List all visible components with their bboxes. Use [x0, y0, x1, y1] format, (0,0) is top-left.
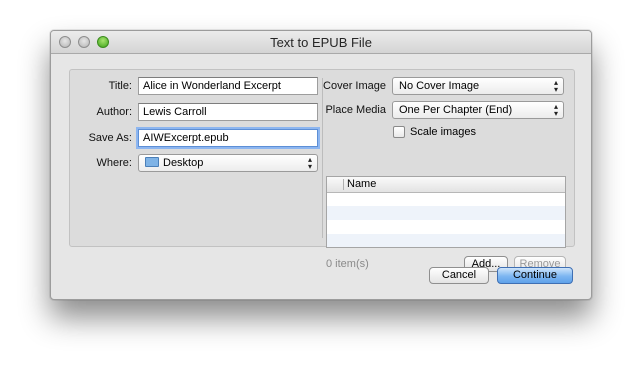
where-label: Where: — [96, 157, 132, 169]
panel-divider — [322, 78, 323, 238]
up-down-arrows-icon: ▴ ▾ — [553, 102, 558, 118]
column-separator — [343, 179, 344, 190]
options-panel: Title: Alice in Wonderland Excerpt Autho… — [69, 69, 575, 272]
cover-image-label: Cover Image — [323, 80, 386, 92]
dialog-window: Text to EPUB File Title: Alice in Wonder… — [50, 30, 592, 300]
cancel-button[interactable]: Cancel — [429, 267, 489, 284]
folder-icon — [145, 157, 159, 167]
table-row — [327, 206, 565, 220]
up-down-arrows-icon: ▴ ▾ — [307, 155, 312, 171]
author-field[interactable]: Lewis Carroll — [138, 103, 318, 121]
cover-image-popup[interactable]: No Cover Image ▴ ▾ — [392, 77, 564, 95]
table-row — [327, 234, 565, 247]
items-count: 0 item(s) — [326, 258, 369, 270]
title-bar: Text to EPUB File — [51, 31, 591, 54]
place-media-value: One Per Chapter (End) — [399, 104, 513, 116]
table-row — [327, 220, 565, 234]
title-label: Title: — [108, 80, 132, 92]
save-as-field[interactable]: AIWExcerpt.epub — [138, 129, 318, 147]
media-table[interactable]: Name — [326, 176, 566, 248]
table-header: Name — [327, 177, 565, 193]
window-title: Text to EPUB File — [270, 35, 372, 50]
cover-image-value: No Cover Image — [399, 80, 480, 92]
place-media-popup[interactable]: One Per Chapter (End) ▴ ▾ — [392, 101, 564, 119]
scale-images-label: Scale images — [410, 126, 477, 138]
title-field[interactable]: Alice in Wonderland Excerpt — [138, 77, 318, 95]
where-popup[interactable]: Desktop ▴ ▾ — [138, 154, 318, 172]
table-row — [327, 192, 565, 206]
place-media-label: Place Media — [325, 104, 386, 116]
up-down-arrows-icon: ▴ ▾ — [553, 78, 558, 94]
where-value: Desktop — [163, 157, 204, 169]
continue-button[interactable]: Continue — [497, 267, 573, 284]
scale-images-checkbox[interactable] — [393, 126, 405, 138]
author-label: Author: — [96, 106, 132, 118]
name-column-header[interactable]: Name — [347, 178, 376, 190]
save-as-label: Save As: — [88, 132, 132, 144]
